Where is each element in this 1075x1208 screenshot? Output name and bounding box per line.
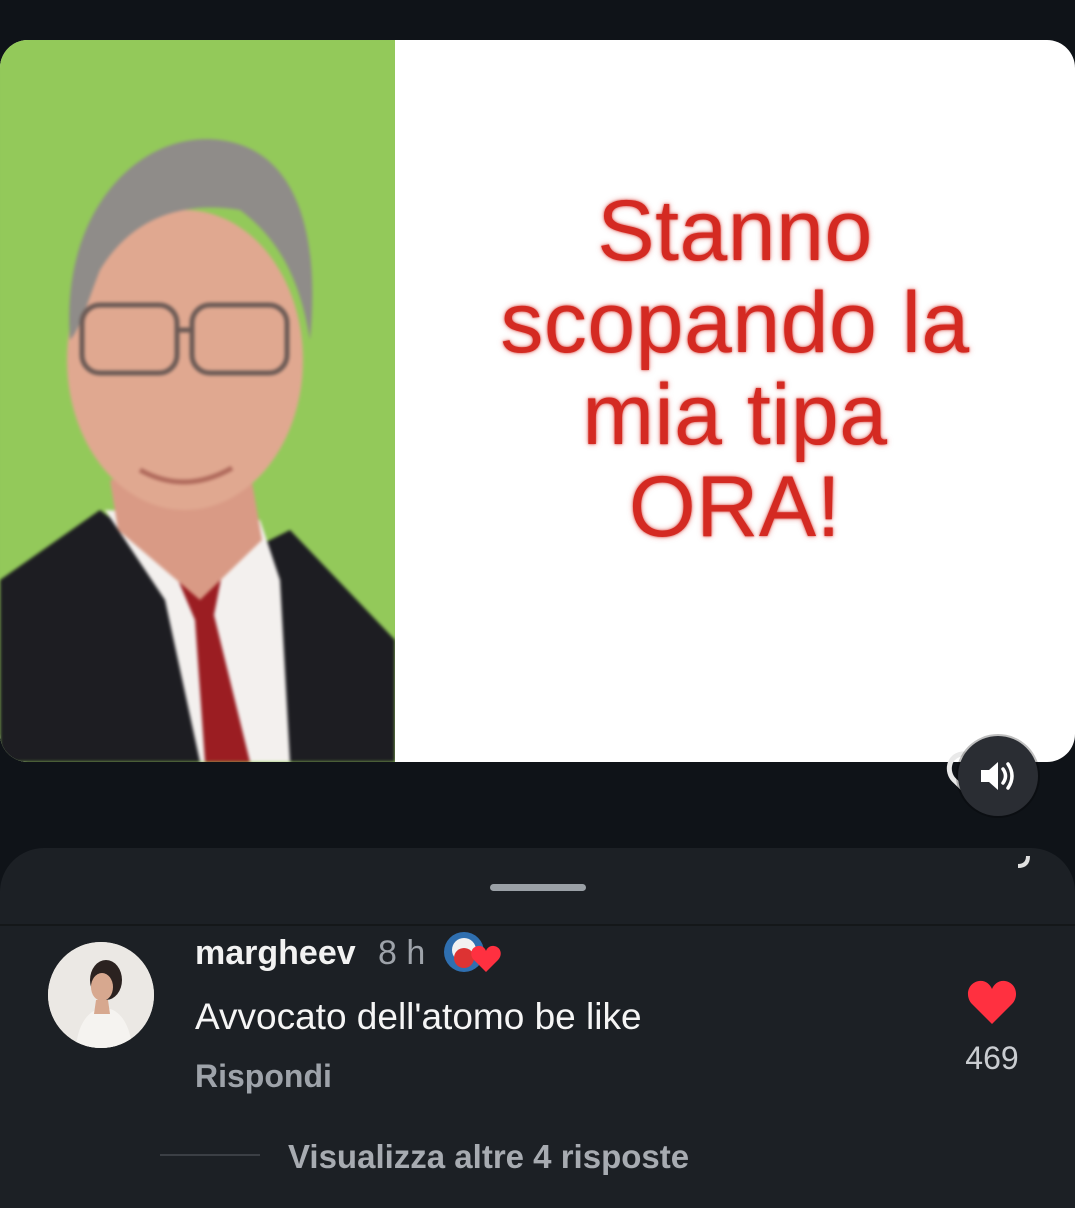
meme-line: ORA! bbox=[628, 459, 842, 555]
comments-sheet: margheev 8 h Avvocato dell'atomo be like… bbox=[0, 848, 1075, 1208]
corner-fragment-icon bbox=[1017, 855, 1030, 868]
like-count: 469 bbox=[965, 1040, 1019, 1076]
avatar[interactable] bbox=[48, 942, 154, 1048]
comment-timestamp: 8 h bbox=[378, 934, 426, 972]
meme-line: scopando la bbox=[500, 275, 970, 371]
meme-caption: Stanno scopando la mia tipa ORA! bbox=[405, 185, 1065, 553]
replies-divider-line bbox=[160, 1154, 260, 1156]
comment-text: Avvocato dell'atomo be like bbox=[195, 996, 642, 1037]
speaker-volume-icon bbox=[981, 762, 1014, 790]
divider bbox=[0, 924, 1075, 926]
creator-liked-badge-icon bbox=[444, 932, 501, 972]
post-media[interactable]: Stanno scopando la mia tipa ORA! bbox=[0, 40, 1075, 762]
sheet-drag-handle[interactable] bbox=[490, 884, 586, 891]
reply-button[interactable]: Rispondi bbox=[195, 1058, 332, 1095]
comment-username[interactable]: margheev bbox=[195, 934, 356, 973]
portrait-image bbox=[0, 40, 395, 762]
audio-toggle-button[interactable] bbox=[958, 736, 1038, 816]
view-more-replies-button[interactable]: Visualizza altre 4 risposte bbox=[288, 1138, 689, 1176]
meme-line: mia tipa bbox=[582, 367, 888, 463]
heart-filled-icon[interactable] bbox=[966, 978, 1018, 1026]
meme-line: Stanno bbox=[597, 183, 873, 279]
